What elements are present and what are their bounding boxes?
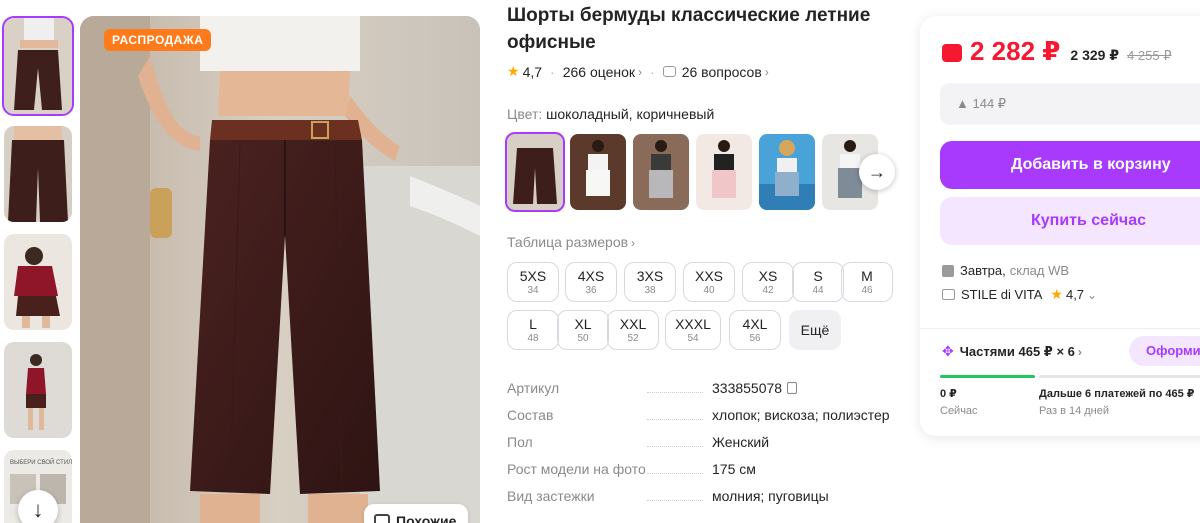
current-price: 2 282 ₽ [970, 36, 1061, 66]
size-option[interactable]: 3XS 38 [624, 262, 676, 302]
thumbnail-1[interactable] [2, 16, 74, 116]
sale-badge: РАСПРОДАЖА [104, 29, 212, 51]
thumbnail-image [4, 234, 72, 330]
param-row: Состав хлопок; вискоза; полиэстер [507, 407, 890, 423]
questions-link[interactable]: 26 вопросов [682, 64, 762, 80]
size-option[interactable]: S 44 [792, 262, 844, 302]
star-icon: ★ [507, 63, 520, 79]
price-history[interactable]: ▲ 144 ₽ [940, 83, 1200, 125]
product-photo [80, 16, 480, 523]
thumbnail-3[interactable] [4, 234, 72, 330]
price-row: 2 282 ₽ 2 329 ₽ 4 255 ₽ [942, 36, 1171, 67]
more-sizes-button[interactable]: Ещё [789, 310, 841, 350]
arrow-down-icon: ↓ [32, 497, 44, 522]
size-table-link[interactable]: Таблица размеров › [507, 234, 635, 250]
warehouse-icon [942, 264, 954, 277]
chevron-right-icon: › [764, 64, 769, 79]
size-option[interactable]: 4XL 56 [729, 310, 781, 350]
swatches-next-button[interactable]: → [859, 154, 895, 190]
color-value: шоколадный, коричневый [546, 106, 715, 122]
rating-value: 4,7 [522, 63, 543, 80]
product-title: Шорты бермуды классические летние офисны… [507, 5, 871, 53]
installment-progress-now [940, 375, 1035, 378]
pay-next-amount: Дальше 6 платежей по 465 ₽ [1039, 388, 1195, 400]
arrow-right-icon: → [868, 161, 886, 182]
issue-installments-button[interactable]: Оформи [1129, 336, 1200, 366]
thumbnail-image [4, 342, 72, 438]
size-option[interactable]: XXS 40 [683, 262, 735, 302]
thumbnail-strip: ВЫБЕРИ СВОЙ СТИЛЬ ↓ [0, 0, 76, 523]
size-option[interactable]: M 46 [841, 262, 893, 302]
buy-now-button[interactable]: Купить сейчас [940, 197, 1200, 245]
main-product-image[interactable]: РАСПРОДАЖА Похожие [80, 16, 480, 523]
similar-button[interactable]: Похожие [364, 504, 468, 523]
delivery-info: Завтра, склад WB [942, 263, 1069, 278]
similar-label: Похожие [396, 513, 457, 523]
thumbnail-2[interactable] [4, 126, 72, 222]
param-row: Рост модели на фото 175 см [507, 461, 756, 477]
swatch-chocolate[interactable] [505, 132, 565, 212]
thumbnail-image [4, 126, 72, 222]
price-without-wallet: 2 329 ₽ [1070, 47, 1120, 63]
size-option[interactable]: XS 42 [742, 262, 794, 302]
copy-icon[interactable] [787, 382, 798, 394]
thumbnail-image [4, 18, 72, 114]
pay-now-label: Сейчас [940, 405, 978, 417]
buy-card: 2 282 ₽ 2 329 ₽ 4 255 ₽ ▲ 144 ₽ Добавить… [920, 16, 1200, 436]
size-option[interactable]: 5XS 34 [507, 262, 559, 302]
svg-text:ВЫБЕРИ СВОЙ СТИЛЬ: ВЫБЕРИ СВОЙ СТИЛЬ [10, 458, 72, 466]
chevron-right-icon: › [638, 64, 643, 79]
chevron-right-icon: › [1077, 344, 1082, 359]
swatch-grey[interactable] [633, 134, 689, 210]
seller-info[interactable]: STILE di VITA ★ 4,7 ⌄ [942, 286, 1097, 303]
swatch-white[interactable] [570, 134, 626, 210]
pay-now-amount: 0 ₽ [940, 388, 957, 400]
size-option[interactable]: XL 50 [557, 310, 609, 350]
questions-icon [662, 66, 676, 77]
param-row: Вид застежки молния; пуговицы [507, 488, 829, 504]
color-swatches: → [505, 132, 897, 212]
size-option[interactable]: L 48 [507, 310, 559, 350]
thumbnail-4[interactable] [4, 342, 72, 438]
param-row: Пол Женский [507, 434, 770, 450]
chevron-right-icon: › [631, 236, 636, 250]
chevron-down-icon: ⌄ [1087, 287, 1098, 302]
size-option[interactable]: XXL 52 [607, 310, 659, 350]
wallet-icon [942, 44, 962, 62]
star-icon: ★ [1050, 286, 1063, 302]
swatch-blue[interactable] [759, 134, 815, 210]
article-value: 333855078 [712, 380, 783, 396]
installment-progress-rest [1039, 375, 1200, 378]
shop-icon [942, 289, 955, 300]
old-price: 4 255 ₽ [1127, 48, 1172, 63]
seller-name: STILE di VITA [961, 287, 1043, 302]
reviews-link[interactable]: 266 оценок [563, 64, 635, 80]
swatch-pink[interactable] [696, 134, 752, 210]
scroll-down-button[interactable]: ↓ [18, 490, 58, 523]
size-option[interactable]: 4XS 36 [565, 262, 617, 302]
pay-next-label: Раз в 14 дней [1039, 405, 1110, 417]
param-row: Артикул 333855078 [507, 380, 907, 400]
seller-rating: 4,7 [1065, 287, 1085, 302]
camera-icon [374, 514, 390, 523]
installments-icon: ✥ [942, 343, 954, 359]
rating-row: ★ 4,7 · 266 оценок › · 26 вопросов › [507, 63, 769, 80]
installments-link[interactable]: ✥ Частями 465 ₽ × 6 › [942, 343, 1082, 360]
size-option[interactable]: XXXL 54 [665, 310, 721, 350]
color-label: Цвет: шоколадный, коричневый [507, 106, 715, 122]
add-to-cart-button[interactable]: Добавить в корзину [940, 141, 1200, 189]
